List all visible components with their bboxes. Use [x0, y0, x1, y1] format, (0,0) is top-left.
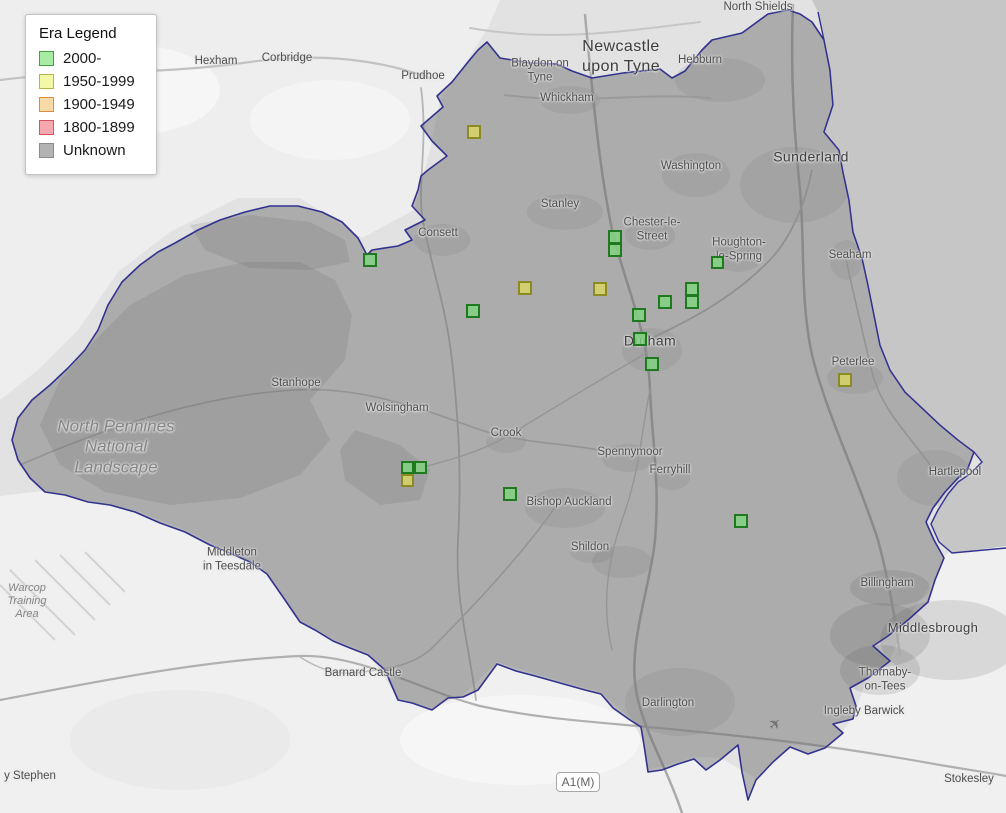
legend-item-1950-1999: 1950-1999 [39, 73, 143, 90]
legend-swatch-2000 [39, 51, 54, 66]
era-marker-2000[interactable] [503, 487, 517, 501]
road-badge-label: A1(M) [562, 775, 595, 789]
legend-item-label: 1950-1999 [63, 73, 135, 90]
era-marker-2000[interactable] [608, 230, 622, 244]
era-marker-1950-1999[interactable] [518, 281, 532, 295]
era-marker-2000[interactable] [658, 295, 672, 309]
era-marker-2000[interactable] [711, 256, 724, 269]
terrain-patch [70, 690, 290, 790]
era-marker-2000[interactable] [734, 514, 748, 528]
era-marker-2000[interactable] [414, 461, 427, 474]
era-marker-2000[interactable] [401, 461, 414, 474]
era-marker-1950-1999[interactable] [838, 373, 852, 387]
legend-swatch-1950-1999 [39, 74, 54, 89]
legend-swatch-1800-1899 [39, 120, 54, 135]
era-marker-1950-1999[interactable] [401, 474, 414, 487]
legend-title: Era Legend [39, 25, 143, 42]
era-marker-2000[interactable] [685, 295, 699, 309]
terrain-patch [250, 80, 410, 160]
legend-item-unknown: Unknown [39, 142, 143, 159]
era-marker-2000[interactable] [363, 253, 377, 267]
legend-item-2000: 2000- [39, 50, 143, 67]
road-badge: A1(M) [556, 772, 600, 792]
legend-items: 2000- 1950-1999 1900-1949 1800-1899 Unknown [39, 50, 143, 159]
map[interactable]: Newcastle upon TyneSunderlandDurhamMiddl… [0, 0, 1006, 813]
era-marker-2000[interactable] [685, 282, 699, 296]
legend-item-label: 1800-1899 [63, 119, 135, 136]
legend-item-label: 2000- [63, 50, 101, 67]
era-marker-2000[interactable] [608, 243, 622, 257]
era-marker-1950-1999[interactable] [467, 125, 481, 139]
era-marker-2000[interactable] [633, 332, 647, 346]
legend-swatch-1900-1949 [39, 97, 54, 112]
legend-item-label: 1900-1949 [63, 96, 135, 113]
era-legend: Era Legend 2000- 1950-1999 1900-1949 1800-1… [25, 14, 157, 175]
legend-swatch-unknown [39, 143, 54, 158]
legend-item-1800-1899: 1800-1899 [39, 119, 143, 136]
era-marker-2000[interactable] [632, 308, 646, 322]
era-marker-1950-1999[interactable] [593, 282, 607, 296]
era-marker-2000[interactable] [466, 304, 480, 318]
era-marker-2000[interactable] [645, 357, 659, 371]
terrain-patch [400, 695, 640, 785]
legend-item-label: Unknown [63, 142, 126, 159]
legend-item-1900-1949: 1900-1949 [39, 96, 143, 113]
